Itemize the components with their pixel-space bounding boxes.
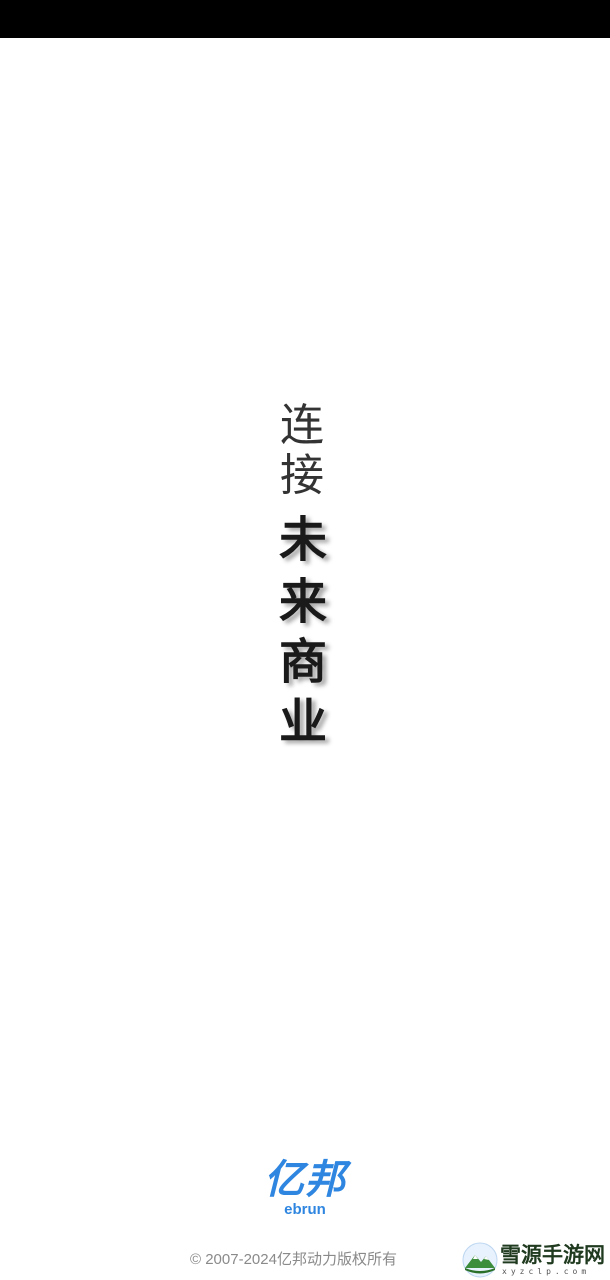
watermark-title: 雪源手游网 [500, 1242, 605, 1267]
mountain-logo-icon [462, 1242, 498, 1278]
watermark: 雪源手游网 xyzclp.com [462, 1240, 610, 1280]
slogan-char-2: 接 [280, 450, 324, 501]
slogan-char-6: 业 [279, 694, 328, 750]
copyright-text: © 2007-2024亿邦动力版权所有 [190, 1251, 397, 1268]
slogan-char-5: 商 [279, 634, 328, 690]
watermark-subtitle: xyzclp.com [502, 1267, 591, 1276]
slogan-char-3: 未 [279, 512, 328, 568]
slogan: 连 接 未 来 商 业 [0, 0, 610, 1280]
brand-name-en: ebrun [284, 1201, 326, 1218]
slogan-char-4: 来 [279, 574, 328, 630]
brand-name-cn: 亿邦 [264, 1157, 346, 1203]
brand-logo: 亿邦 ebrun [0, 1158, 610, 1218]
slogan-char-1: 连 [280, 400, 324, 451]
